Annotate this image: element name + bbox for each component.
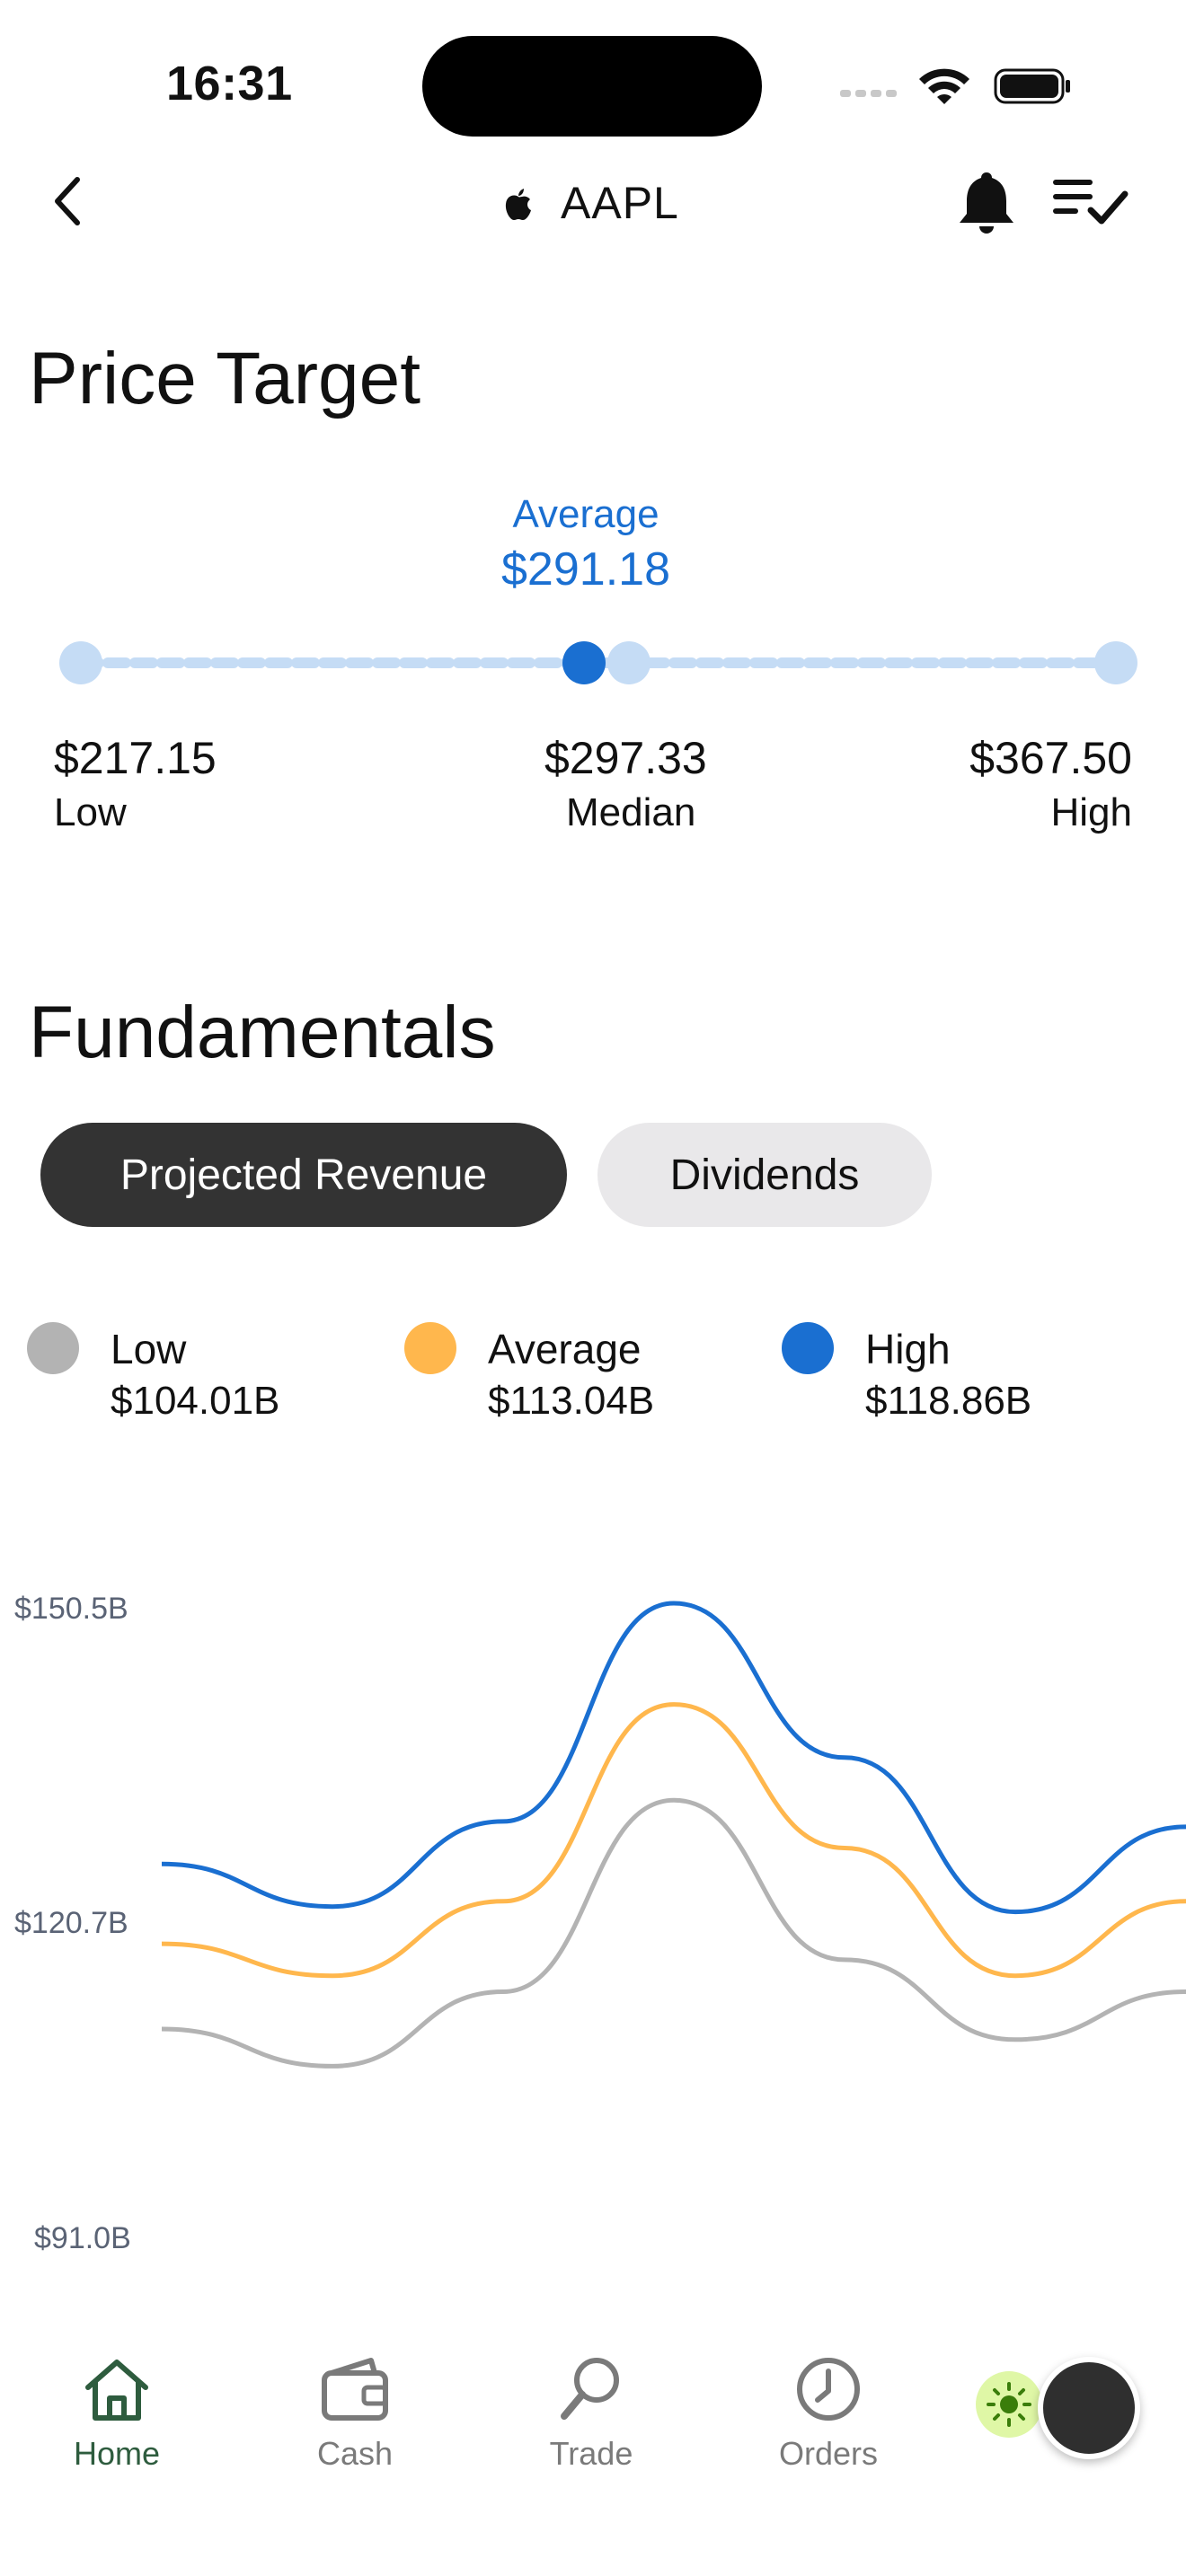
- y-tick-label: $91.0B: [34, 2221, 131, 2255]
- tab-cash[interactable]: Cash: [265, 2353, 445, 2472]
- legend-high-name: High: [865, 1326, 951, 1372]
- bell-icon[interactable]: [951, 167, 1022, 241]
- y-tick-label: $120.7B: [14, 1906, 128, 1940]
- tab-trade[interactable]: Trade: [501, 2353, 681, 2472]
- price-target-title: Price Target: [29, 338, 421, 419]
- median-marker: [607, 641, 651, 684]
- high-target-value: $367.50: [969, 733, 1132, 783]
- cellular-signal-icon: [840, 90, 897, 97]
- ticker-title: AAPL: [503, 171, 679, 235]
- ticker-symbol: AAPL: [561, 178, 679, 228]
- tab-home-label: Home: [73, 2435, 161, 2472]
- median-target-value: $297.33: [544, 733, 707, 783]
- tab-orders[interactable]: Orders: [739, 2353, 918, 2472]
- legend-low-value: $104.01B: [111, 1379, 280, 1423]
- average-marker: [562, 641, 606, 684]
- y-tick-label: $150.5B: [14, 1592, 128, 1626]
- floating-action-button[interactable]: [1038, 2357, 1140, 2459]
- home-icon: [85, 2360, 148, 2421]
- tab-cash-label: Cash: [316, 2435, 394, 2472]
- low-target-value: $217.15: [54, 733, 217, 783]
- apple-logo-icon: [505, 189, 531, 220]
- clock-icon: [797, 2358, 860, 2421]
- series-line-average: [162, 1702, 1186, 1979]
- back-arrow-icon[interactable]: [43, 169, 97, 234]
- series-line-high: [162, 1601, 1186, 1915]
- tab-trade-label: Trade: [549, 2435, 633, 2472]
- wallet-icon: [322, 2358, 388, 2421]
- battery-icon: [994, 68, 1070, 104]
- low-target-label: Low: [54, 790, 127, 834]
- average-value: $291.18: [501, 543, 670, 595]
- dynamic-island: [422, 36, 762, 137]
- legend-high-dot: [782, 1322, 834, 1374]
- legend-low-name: Low: [111, 1326, 187, 1372]
- legend-average-value: $113.04B: [488, 1379, 655, 1423]
- projected-revenue-chart: [162, 1601, 1186, 2069]
- tab-dividends[interactable]: Dividends: [597, 1123, 932, 1227]
- status-time: 16:31: [166, 57, 293, 110]
- search-icon: [561, 2358, 619, 2420]
- high-target-label: High: [1050, 790, 1133, 834]
- list-check-icon[interactable]: [1049, 172, 1130, 235]
- theme-toggle[interactable]: [976, 2371, 1042, 2438]
- wifi-icon: [919, 68, 969, 104]
- legend-high-value: $118.86B: [865, 1379, 1032, 1423]
- status-icons: [840, 68, 1070, 104]
- high-marker: [1094, 641, 1137, 684]
- legend-average-dot: [404, 1322, 456, 1374]
- tab-home[interactable]: Home: [27, 2353, 207, 2472]
- median-target-label: Median: [566, 790, 696, 834]
- fundamentals-title: Fundamentals: [29, 992, 496, 1073]
- average-label: Average: [512, 492, 659, 536]
- sun-icon: [987, 2382, 1031, 2427]
- low-marker: [59, 641, 102, 684]
- series-line-low: [162, 1797, 1186, 2069]
- tab-projected-revenue[interactable]: Projected Revenue: [40, 1123, 567, 1227]
- price-range-slider: [59, 641, 1137, 684]
- legend-low-dot: [27, 1322, 79, 1374]
- tab-orders-label: Orders: [778, 2435, 879, 2472]
- legend-average-name: Average: [488, 1326, 642, 1372]
